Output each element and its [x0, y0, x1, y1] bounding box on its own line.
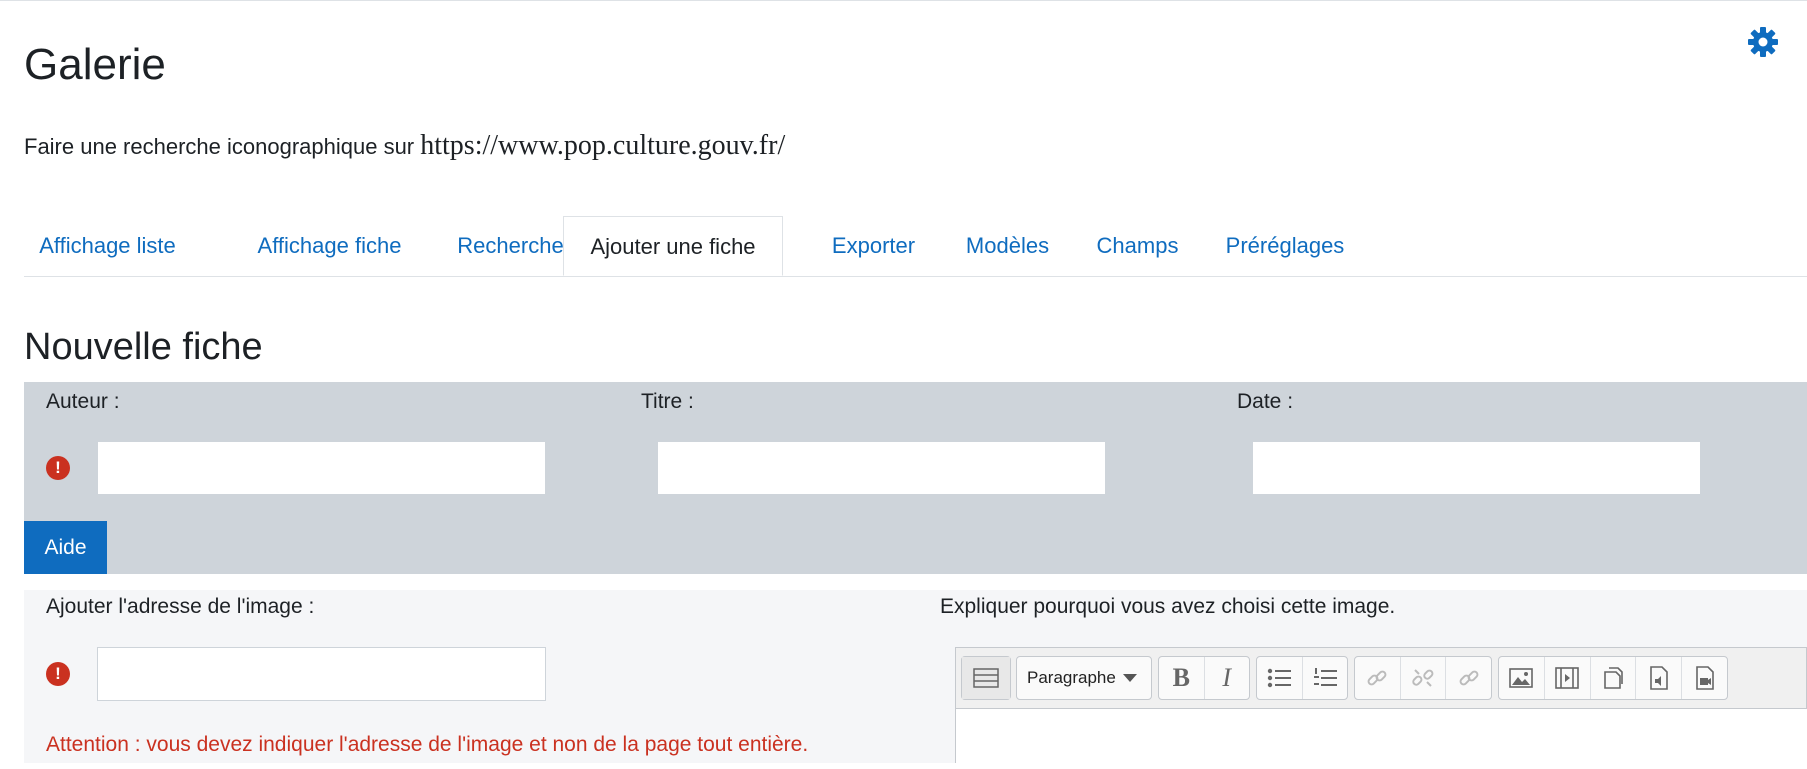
explain-label: Expliquer pourquoi vous avez choisi cett… [940, 595, 1396, 618]
tab-prereglages[interactable]: Préréglages [1200, 216, 1370, 276]
gear-icon[interactable] [1747, 26, 1779, 58]
page-title: Galerie [24, 40, 166, 89]
toolbar-group [1256, 656, 1348, 700]
anchor-link-icon[interactable] [1446, 657, 1491, 699]
media-icon[interactable] [1545, 657, 1591, 699]
video-record-icon[interactable] [1682, 657, 1727, 699]
rich-text-editor: Paragraphe B I [955, 647, 1807, 769]
italic-icon[interactable]: I [1205, 657, 1250, 699]
format-select[interactable]: Paragraphe [1017, 657, 1147, 699]
toolbar-toggle-icon[interactable] [962, 657, 1010, 699]
titre-label: Titre : [641, 390, 694, 413]
date-input[interactable] [1252, 441, 1701, 495]
bold-icon[interactable]: B [1159, 657, 1205, 699]
intro-label: Faire une recherche iconographique sur [24, 134, 421, 159]
auteur-label: Auteur : [46, 390, 120, 413]
toolbar-group: Paragraphe [1016, 656, 1152, 700]
tab-affichage-fiche[interactable]: Affichage fiche [238, 216, 421, 276]
toolbar-group [961, 656, 1011, 700]
image-icon[interactable] [1499, 657, 1545, 699]
tab-ajouter-une-fiche[interactable]: Ajouter une fiche [563, 216, 783, 276]
toolbar-group [1354, 656, 1492, 700]
unlink-icon[interactable] [1401, 657, 1447, 699]
link-icon[interactable] [1355, 657, 1401, 699]
intro-text: Faire une recherche iconographique sur h… [24, 130, 785, 162]
toolbar-group [1498, 656, 1728, 700]
titre-input[interactable] [657, 441, 1106, 495]
aide-button[interactable]: Aide [24, 521, 107, 574]
warning-text: Attention : vous devez indiquer l'adress… [46, 733, 809, 756]
date-label: Date : [1237, 390, 1294, 413]
tab-affichage-liste[interactable]: Affichage liste [24, 216, 191, 276]
audio-record-icon[interactable] [1636, 657, 1683, 699]
tab-modeles[interactable]: Modèles [940, 216, 1075, 276]
unordered-list-icon[interactable] [1257, 657, 1303, 699]
intro-url: https://www.pop.culture.gouv.fr/ [420, 130, 786, 161]
chevron-down-icon [1123, 674, 1137, 682]
top-border [0, 0, 1807, 1]
manage-files-icon[interactable] [1591, 657, 1637, 699]
tab-exporter[interactable]: Exporter [807, 216, 940, 276]
editor-content-area[interactable] [956, 708, 1807, 769]
form-title: Nouvelle fiche [24, 326, 263, 368]
image-address-input[interactable] [97, 647, 546, 701]
image-address-label: Ajouter l'adresse de l'image : [46, 595, 315, 618]
toolbar-group: B I [1158, 656, 1250, 700]
required-icon: ! [46, 456, 70, 480]
ordered-list-icon[interactable] [1303, 657, 1348, 699]
auteur-input[interactable] [97, 441, 546, 495]
tab-champs[interactable]: Champs [1075, 216, 1200, 276]
tab-bar: Affichage liste Affichage fiche Recherch… [24, 216, 1807, 277]
format-select-value: Paragraphe [1027, 668, 1116, 687]
required-icon: ! [46, 662, 70, 686]
